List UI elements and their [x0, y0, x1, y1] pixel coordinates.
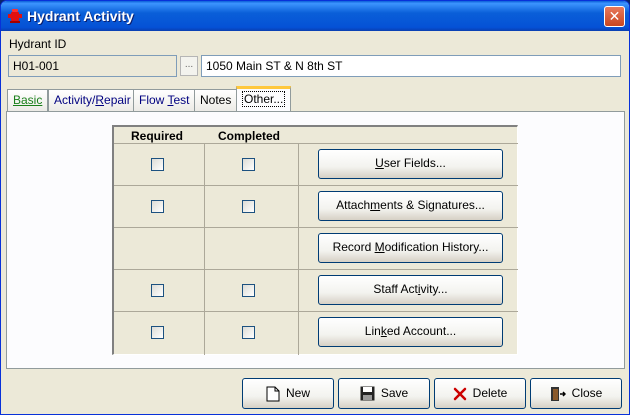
linked-account-button-label: Linked Account...	[364, 324, 457, 338]
user-fields-button[interactable]: User Fields...	[318, 149, 503, 179]
attachments-completed-checkbox[interactable]	[242, 200, 255, 213]
grid-divider	[114, 311, 518, 312]
close-button-label: Close	[571, 386, 603, 400]
staff-activity-required-checkbox[interactable]	[151, 284, 164, 297]
tab-flow-test[interactable]: Flow Test	[133, 89, 196, 111]
new-button[interactable]: New	[242, 378, 334, 409]
linked-account-button[interactable]: Linked Account...	[318, 317, 503, 347]
grid-column-divider	[204, 144, 205, 355]
record-modification-history-button[interactable]: Record Modification History...	[318, 233, 503, 263]
tab-other[interactable]: Other...	[236, 86, 292, 112]
tab-activity-repair-label: Activity/Repair	[54, 93, 131, 107]
hydrant-id-field[interactable]: H01-001	[8, 55, 177, 77]
tab-flow-test-label: Flow Test	[139, 93, 190, 107]
staff-activity-completed-checkbox[interactable]	[242, 284, 255, 297]
tab-other-label: Other...	[242, 91, 286, 107]
linked-account-required-checkbox[interactable]	[151, 326, 164, 339]
tab-activity-repair[interactable]: Activity/Repair	[48, 89, 137, 111]
record-modification-history-button-label: Record Modification History...	[332, 240, 489, 254]
tab-basic[interactable]: Basic	[7, 89, 49, 111]
required-column-header: Required	[131, 129, 184, 143]
hydrant-id-label: Hydrant ID	[9, 37, 67, 51]
new-button-label: New	[285, 386, 310, 400]
new-document-icon	[266, 386, 280, 402]
grid-divider	[114, 227, 518, 228]
tab-basic-label: Basic	[13, 93, 43, 107]
tab-notes[interactable]: Notes	[194, 89, 238, 111]
attachments-required-checkbox[interactable]	[151, 200, 164, 213]
hydrant-activity-window: Hydrant Activity ✕ Hydrant ID H01-001 ..…	[0, 0, 630, 415]
attachments-signatures-button-label: Attachments & Signatures...	[336, 198, 485, 212]
delete-x-icon	[453, 387, 466, 401]
close-button[interactable]: Close	[530, 378, 622, 409]
linked-account-completed-checkbox[interactable]	[242, 326, 255, 339]
staff-activity-button[interactable]: Staff Activity...	[318, 275, 503, 305]
other-options-grid: Required Completed User Fields... Attach…	[112, 125, 518, 355]
title-bar[interactable]: Hydrant Activity ✕	[1, 1, 629, 31]
user-fields-required-checkbox[interactable]	[151, 158, 164, 171]
grid-divider	[114, 185, 518, 186]
window-title: Hydrant Activity	[27, 8, 134, 24]
hydrant-address-field[interactable]: 1050 Main ST & N 8th ST	[201, 55, 621, 77]
user-fields-completed-checkbox[interactable]	[242, 158, 255, 171]
grid-column-divider	[298, 144, 299, 355]
user-fields-button-label: User Fields...	[375, 156, 446, 170]
hydrant-browse-button[interactable]: ...	[180, 56, 198, 76]
window-close-button[interactable]: ✕	[604, 6, 625, 27]
grid-divider	[114, 269, 518, 270]
other-tab-panel: Required Completed User Fields... Attach…	[6, 111, 625, 369]
tab-notes-label: Notes	[200, 93, 232, 107]
grid-divider	[114, 143, 518, 144]
exit-door-icon	[550, 386, 566, 401]
save-button-label: Save	[380, 386, 409, 400]
floppy-disk-icon	[360, 386, 375, 401]
attachments-signatures-button[interactable]: Attachments & Signatures...	[318, 191, 503, 221]
completed-column-header: Completed	[218, 129, 281, 143]
delete-button[interactable]: Delete	[434, 378, 526, 409]
staff-activity-button-label: Staff Activity...	[373, 282, 448, 296]
delete-button-label: Delete	[472, 386, 508, 400]
save-button[interactable]: Save	[338, 378, 430, 409]
fire-hydrant-icon	[8, 9, 22, 23]
